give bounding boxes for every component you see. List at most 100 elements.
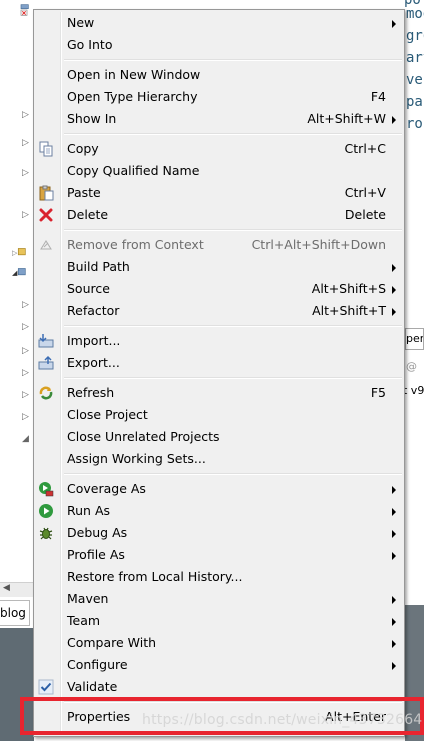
menu-item-show-in[interactable]: Show In Alt+Shift+W (36, 108, 402, 130)
menu-item-label: Open Type Hierarchy (67, 89, 198, 104)
tree-expand-arrow-icon[interactable]: ▷ (22, 138, 30, 148)
menu-separator (64, 59, 402, 61)
tree-expand-arrow-icon[interactable]: ▷ (22, 322, 30, 332)
menu-item-assign-working-sets[interactable]: Assign Working Sets... (36, 448, 402, 470)
svg-text:▷: ▷ (12, 249, 18, 257)
menu-item-refactor[interactable]: Refactor Alt+Shift+T (36, 300, 402, 322)
refresh-icon (38, 385, 54, 401)
menu-item-label: Validate (67, 679, 118, 694)
menu-item-go-into[interactable]: Go Into (36, 34, 402, 56)
menu-item-refresh[interactable]: Refresh F5 (36, 382, 402, 404)
tree-expand-arrow-icon[interactable]: ▷ (22, 346, 30, 356)
menu-item-restore-from-local-history[interactable]: Restore from Local History... (36, 566, 402, 588)
menu-item-shortcut: Alt+Shift+T (312, 303, 386, 318)
menu-item-import[interactable]: Import... (36, 330, 402, 352)
menu-separator (64, 377, 402, 379)
menu-item-export[interactable]: Export... (36, 352, 402, 374)
menu-separator (64, 325, 402, 327)
scroll-left-icon[interactable]: ◀ (3, 583, 10, 593)
menu-item-label: Export... (67, 355, 120, 370)
watermark: https://blog.csdn.net/weixin_43732664 (142, 712, 423, 728)
menu-item-label: Delete (67, 207, 109, 222)
menu-item-label: Refactor (67, 303, 120, 318)
menu-item-label: Restore from Local History... (67, 569, 243, 584)
menu-item-label: Open in New Window (67, 67, 201, 82)
code-line: roj (406, 116, 424, 132)
debug-icon (38, 525, 54, 541)
menu-item-shortcut: Alt+Shift+S (311, 281, 386, 296)
submenu-arrow-icon (392, 508, 396, 516)
properties-tab-label: per (406, 332, 424, 345)
menu-item-validate[interactable]: Validate (36, 676, 402, 698)
menu-item-shortcut: Alt+Shift+W (307, 111, 386, 126)
menu-item-label: Maven (67, 591, 109, 606)
svg-text:◢: ◢ (12, 269, 18, 277)
menu-item-copy-qualified-name[interactable]: Copy Qualified Name (36, 160, 402, 182)
menu-item-open-type-hierarchy[interactable]: Open Type Hierarchy F4 (36, 86, 402, 108)
menu-item-label: Assign Working Sets... (67, 451, 206, 466)
code-line: ver (406, 72, 424, 88)
menu-separator (64, 229, 402, 231)
code-line: art (406, 50, 424, 66)
blog-tab-label: blog (0, 606, 26, 620)
menu-item-team[interactable]: Team (36, 610, 402, 632)
menu-item-close-project[interactable]: Close Project (36, 404, 402, 426)
menu-item-maven[interactable]: Maven (36, 588, 402, 610)
menu-item-label: Run As (67, 503, 111, 518)
menu-item-label: Compare With (67, 635, 157, 650)
menu-item-compare-with[interactable]: Compare With (36, 632, 402, 654)
paste-icon (38, 185, 54, 201)
menu-item-configure[interactable]: Configure (36, 654, 402, 676)
menu-item-copy[interactable]: Copy Ctrl+C (36, 138, 402, 160)
tree-collapse-arrow-icon[interactable]: ◢ (22, 434, 30, 444)
tree-expand-arrow-icon[interactable]: ▷ (22, 168, 30, 178)
copy-icon (38, 141, 54, 157)
submenu-arrow-icon (392, 662, 396, 670)
panel-text: t v9 (405, 384, 424, 397)
menu-item-close-unrelated-projects[interactable]: Close Unrelated Projects (36, 426, 402, 448)
folder-warning-icon: ◢ (12, 268, 26, 277)
menu-item-paste[interactable]: Paste Ctrl+V (36, 182, 402, 204)
submenu-arrow-icon (392, 486, 396, 494)
tree-expand-arrow-icon[interactable]: ▷ (22, 390, 30, 400)
menu-item-delete[interactable]: Delete Delete (36, 204, 402, 226)
menu-item-build-path[interactable]: Build Path (36, 256, 402, 278)
tree-expand-arrow-icon[interactable]: ▷ (22, 368, 30, 378)
menu-item-label: New (67, 15, 95, 30)
remove-context-icon (38, 237, 54, 253)
menu-item-debug-as[interactable]: Debug As (36, 522, 402, 544)
properties-tab[interactable]: per (405, 328, 424, 350)
horizontal-scrollbar[interactable]: ◀ (0, 582, 34, 597)
menu-item-label: Source (67, 281, 110, 296)
submenu-arrow-icon (392, 618, 396, 626)
menu-item-label: Go Into (67, 37, 113, 52)
menu-separator (64, 133, 402, 135)
menu-item-remove-from-context: Remove from Context Ctrl+Alt+Shift+Down (36, 234, 402, 256)
tree-expand-arrow-icon[interactable]: ▷ (22, 412, 30, 422)
tree-expand-arrow-icon[interactable]: ▷ (22, 210, 30, 220)
submenu-arrow-icon (392, 640, 396, 648)
menu-item-run-as[interactable]: Run As (36, 500, 402, 522)
coverage-icon (38, 481, 54, 497)
import-icon (38, 333, 54, 349)
submenu-arrow-icon (392, 264, 396, 272)
run-icon (38, 503, 54, 519)
code-line: mod (406, 6, 424, 22)
menu-item-shortcut: Ctrl+C (344, 141, 386, 156)
menu-item-source[interactable]: Source Alt+Shift+S (36, 278, 402, 300)
menu-item-label: Coverage As (67, 481, 146, 496)
menu-item-label: Refresh (67, 385, 115, 400)
menu-item-new[interactable]: New (36, 12, 402, 34)
blog-tab[interactable]: blog (0, 600, 30, 626)
tree-expand-arrow-icon[interactable]: ▷ (22, 110, 30, 120)
menu-item-profile-as[interactable]: Profile As (36, 544, 402, 566)
menu-item-label: Build Path (67, 259, 130, 274)
menu-item-coverage-as[interactable]: Coverage As (36, 478, 402, 500)
tree-expand-arrow-icon[interactable]: ▷ (22, 300, 30, 310)
submenu-arrow-icon (392, 308, 396, 316)
submenu-arrow-icon (392, 116, 396, 124)
context-menu: New Go Into Open in New Window Open Type Hi… (33, 9, 405, 737)
menu-item-open-in-new-window[interactable]: Open in New Window (36, 64, 402, 86)
checkmark-icon (38, 679, 54, 695)
menu-item-label: Paste (67, 185, 101, 200)
